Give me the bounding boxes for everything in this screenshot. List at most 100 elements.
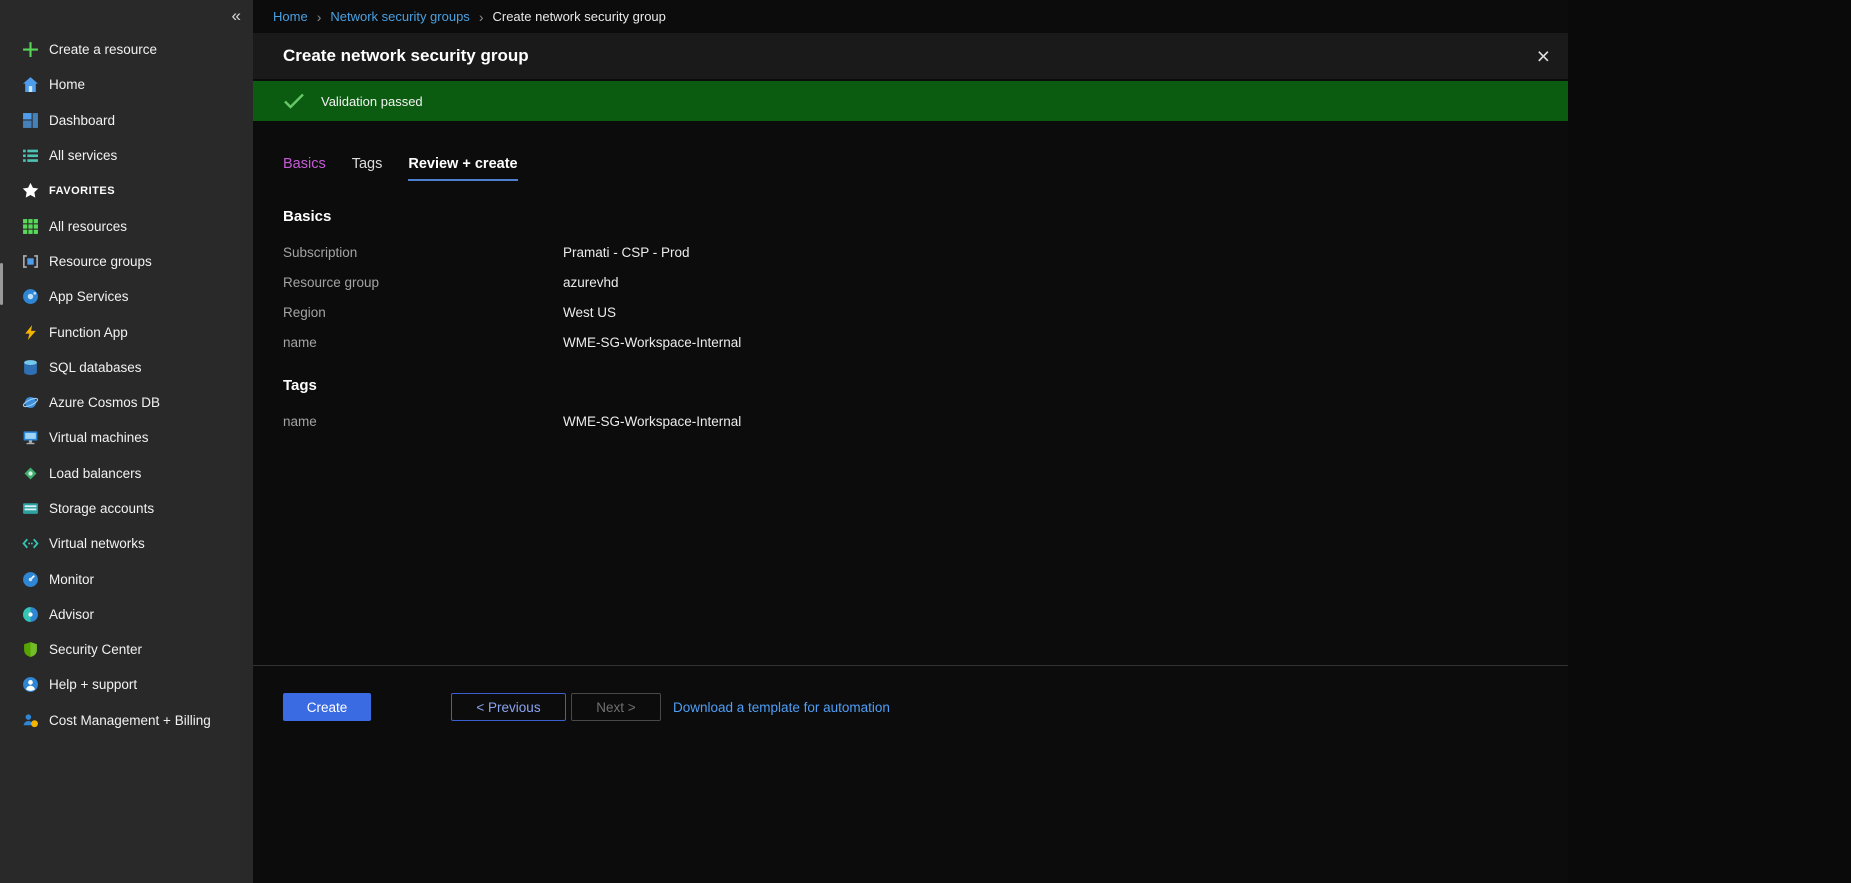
row-label: name bbox=[283, 335, 563, 350]
sidebar-item-label: App Services bbox=[49, 289, 129, 304]
review-row-resource-group: Resource group azurevhd bbox=[283, 267, 1568, 297]
plus-icon bbox=[22, 41, 39, 58]
tags-section-heading: Tags bbox=[283, 377, 1568, 394]
sidebar-item-label: Virtual networks bbox=[49, 536, 145, 551]
database-icon bbox=[22, 359, 39, 376]
cosmos-db-icon bbox=[22, 394, 39, 411]
sidebar-item-virtual-machines[interactable]: Virtual machines bbox=[0, 420, 253, 455]
sidebar-item-cost-management[interactable]: Cost Management + Billing bbox=[0, 703, 253, 738]
sidebar-item-label: Resource groups bbox=[49, 254, 152, 269]
sidebar-item-advisor[interactable]: Advisor bbox=[0, 597, 253, 632]
sidebar-item-label: All resources bbox=[49, 219, 127, 234]
sidebar-item-monitor[interactable]: Monitor bbox=[0, 561, 253, 596]
create-nsg-blade: Home › Network security groups › Create … bbox=[253, 0, 1568, 883]
sidebar-item-label: Create a resource bbox=[49, 42, 157, 57]
sidebar-item-label: Load balancers bbox=[49, 466, 141, 481]
sidebar-item-label: Virtual machines bbox=[49, 430, 149, 445]
sidebar-item-label: Monitor bbox=[49, 572, 94, 587]
star-icon bbox=[22, 182, 39, 199]
row-value: WME-SG-Workspace-Internal bbox=[563, 335, 741, 350]
checkmark-icon bbox=[283, 92, 305, 110]
tab-bar: Basics Tags Review + create bbox=[253, 121, 1568, 181]
footer-actions: Create < Previous Next > Download a temp… bbox=[283, 693, 890, 721]
list-icon bbox=[22, 147, 39, 164]
footer-divider bbox=[253, 665, 1568, 666]
favorites-header: FAVORITES bbox=[49, 185, 115, 197]
storage-icon bbox=[22, 500, 39, 517]
cost-management-icon bbox=[22, 712, 39, 729]
sidebar-items: Create a resource Home Dashboard All ser… bbox=[0, 32, 253, 738]
tab-basics[interactable]: Basics bbox=[283, 156, 326, 181]
review-row-region: Region West US bbox=[283, 297, 1568, 327]
sidebar-item-label: Dashboard bbox=[49, 113, 115, 128]
validation-message: Validation passed bbox=[321, 94, 423, 109]
resource-groups-icon bbox=[22, 253, 39, 270]
sidebar-item-label: Security Center bbox=[49, 642, 142, 657]
shield-icon bbox=[22, 641, 39, 658]
breadcrumb: Home › Network security groups › Create … bbox=[253, 0, 1568, 33]
app-services-icon bbox=[22, 288, 39, 305]
review-content: Basics Subscription Pramati - CSP - Prod… bbox=[253, 181, 1568, 436]
lightning-icon bbox=[22, 324, 39, 341]
monitor-gauge-icon bbox=[22, 571, 39, 588]
sidebar-item-azure-cosmos-db[interactable]: Azure Cosmos DB bbox=[0, 385, 253, 420]
sidebar-item-label: Help + support bbox=[49, 677, 137, 692]
blade-title-bar: Create network security group × bbox=[253, 33, 1568, 79]
sidebar-item-label: Advisor bbox=[49, 607, 94, 622]
row-label: name bbox=[283, 414, 563, 429]
sidebar-collapse-icon[interactable]: « bbox=[232, 6, 241, 26]
virtual-network-icon bbox=[22, 535, 39, 552]
chevron-right-icon: › bbox=[479, 9, 484, 25]
sidebar-item-sql-databases[interactable]: SQL databases bbox=[0, 350, 253, 385]
sidebar-item-label: Azure Cosmos DB bbox=[49, 395, 160, 410]
grid-icon bbox=[22, 218, 39, 235]
virtual-machine-icon bbox=[22, 429, 39, 446]
sidebar-item-resource-groups[interactable]: Resource groups bbox=[0, 244, 253, 279]
breadcrumb-current: Create network security group bbox=[492, 9, 665, 24]
sidebar-item-help-support[interactable]: Help + support bbox=[0, 667, 253, 702]
row-value: azurevhd bbox=[563, 275, 619, 290]
sidebar-section-favorites: FAVORITES bbox=[0, 173, 253, 208]
previous-button[interactable]: < Previous bbox=[451, 693, 566, 721]
help-support-icon bbox=[22, 676, 39, 693]
sidebar-item-virtual-networks[interactable]: Virtual networks bbox=[0, 526, 253, 561]
sidebar-item-storage-accounts[interactable]: Storage accounts bbox=[0, 491, 253, 526]
sidebar-item-app-services[interactable]: App Services bbox=[0, 279, 253, 314]
sidebar-item-label: Function App bbox=[49, 325, 128, 340]
chevron-right-icon: › bbox=[317, 9, 322, 25]
breadcrumb-home-link[interactable]: Home bbox=[273, 9, 308, 24]
validation-banner: Validation passed bbox=[253, 81, 1568, 121]
row-value: Pramati - CSP - Prod bbox=[563, 245, 690, 260]
sidebar: « Create a resource Home Dashboard All s… bbox=[0, 0, 253, 883]
tab-review-create[interactable]: Review + create bbox=[408, 156, 517, 181]
breadcrumb-nsg-link[interactable]: Network security groups bbox=[330, 9, 469, 24]
sidebar-item-create-a-resource[interactable]: Create a resource bbox=[0, 32, 253, 67]
sidebar-item-label: SQL databases bbox=[49, 360, 142, 375]
sidebar-item-load-balancers[interactable]: Load balancers bbox=[0, 456, 253, 491]
create-button[interactable]: Create bbox=[283, 693, 371, 721]
azure-portal: « Create a resource Home Dashboard All s… bbox=[0, 0, 1851, 883]
sidebar-item-security-center[interactable]: Security Center bbox=[0, 632, 253, 667]
sidebar-item-label: Cost Management + Billing bbox=[49, 713, 211, 728]
basics-section-heading: Basics bbox=[283, 208, 1568, 225]
row-label: Region bbox=[283, 305, 563, 320]
advisor-icon bbox=[22, 606, 39, 623]
row-value: West US bbox=[563, 305, 616, 320]
page-title: Create network security group bbox=[283, 46, 1537, 66]
sidebar-item-all-resources[interactable]: All resources bbox=[0, 208, 253, 243]
home-icon bbox=[22, 76, 39, 93]
sidebar-item-label: All services bbox=[49, 148, 117, 163]
sidebar-item-dashboard[interactable]: Dashboard bbox=[0, 103, 253, 138]
close-icon[interactable]: × bbox=[1537, 45, 1550, 68]
sidebar-item-home[interactable]: Home bbox=[0, 67, 253, 102]
row-label: Resource group bbox=[283, 275, 563, 290]
download-template-link[interactable]: Download a template for automation bbox=[673, 700, 890, 715]
tab-tags[interactable]: Tags bbox=[352, 156, 383, 181]
row-value: WME-SG-Workspace-Internal bbox=[563, 414, 741, 429]
sidebar-item-function-app[interactable]: Function App bbox=[0, 314, 253, 349]
sidebar-item-all-services[interactable]: All services bbox=[0, 138, 253, 173]
sidebar-item-label: Home bbox=[49, 77, 85, 92]
sidebar-item-label: Storage accounts bbox=[49, 501, 154, 516]
row-label: Subscription bbox=[283, 245, 563, 260]
dashboard-icon bbox=[22, 112, 39, 129]
